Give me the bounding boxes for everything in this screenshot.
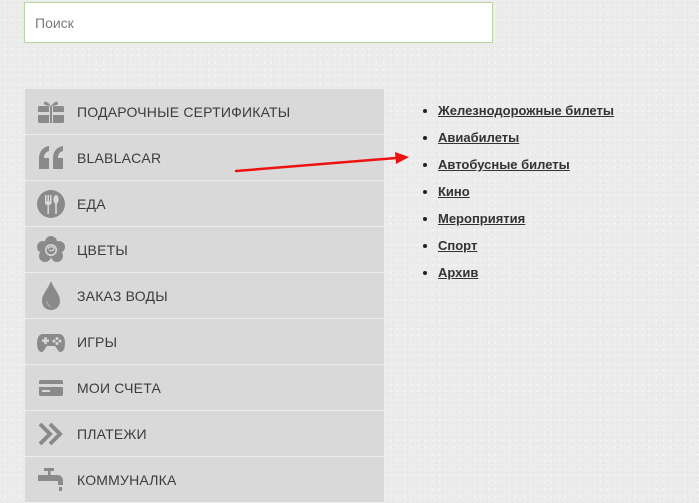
gift-certificate-icon (25, 89, 77, 134)
link-bus-tickets[interactable]: Автобусные билеты (438, 157, 570, 172)
menu-item-label: BLABLACAR (77, 149, 162, 166)
menu-item-label: ПЛАТЕЖИ (77, 425, 147, 442)
menu-item-label: МОИ СЧЕТА (77, 379, 162, 396)
menu-item-games[interactable]: ИГРЫ (25, 319, 384, 365)
menu-item-label: ПОДАРОЧНЫЕ СЕРТИФИКАТЫ (77, 103, 291, 120)
list-item: Автобусные билеты (438, 153, 614, 180)
list-item: Авиабилеты (438, 126, 614, 153)
menu-item-water-order[interactable]: ЗАКАЗ ВОДЫ (25, 273, 384, 319)
list-item: Мероприятия (438, 207, 614, 234)
menu-item-label: ЗАКАЗ ВОДЫ (77, 287, 168, 304)
menu-item-food[interactable]: ЕДА (25, 181, 384, 227)
search-input[interactable] (25, 3, 492, 42)
list-item: Кино (438, 180, 614, 207)
menu-item-label: ИГРЫ (77, 333, 118, 350)
gamepad-icon (25, 319, 77, 364)
menu-item-label: ЦВЕТЫ (77, 241, 128, 258)
link-events[interactable]: Мероприятия (438, 211, 525, 226)
search-box[interactable] (24, 2, 493, 43)
credit-card-icon (25, 365, 77, 410)
water-drop-icon (25, 273, 77, 318)
link-cinema[interactable]: Кино (438, 184, 470, 199)
link-archive[interactable]: Архив (438, 265, 478, 280)
link-air-tickets[interactable]: Авиабилеты (438, 130, 519, 145)
menu-item-payments[interactable]: ПЛАТЕЖИ (25, 411, 384, 457)
food-utensils-icon (25, 181, 77, 226)
menu-item-utilities[interactable]: КОММУНАЛКА (25, 457, 384, 503)
menu-item-gift-certificates[interactable]: ПОДАРОЧНЫЕ СЕРТИФИКАТЫ (25, 89, 384, 135)
list-item: Железнодорожные билеты (438, 99, 614, 126)
faucet-icon (25, 457, 77, 502)
list-item: Спорт (438, 234, 614, 261)
menu-item-label: ЕДА (77, 195, 106, 212)
flower-rose-icon (25, 227, 77, 272)
menu-item-my-accounts[interactable]: МОИ СЧЕТА (25, 365, 384, 411)
list-item: Архив (438, 261, 614, 288)
menu-item-blablacar[interactable]: BLABLACAR (25, 135, 384, 181)
category-menu: ПОДАРОЧНЫЕ СЕРТИФИКАТЫ BLABLACAR ЕДА ЦВЕ… (25, 89, 384, 503)
menu-item-label: КОММУНАЛКА (77, 471, 177, 488)
ticket-links-list: Железнодорожные билеты Авиабилеты Автобу… (420, 99, 614, 288)
double-chevron-right-icon (25, 411, 77, 456)
blablacar-quote-icon (25, 135, 77, 180)
menu-item-flowers[interactable]: ЦВЕТЫ (25, 227, 384, 273)
link-sport[interactable]: Спорт (438, 238, 477, 253)
link-railway-tickets[interactable]: Железнодорожные билеты (438, 103, 614, 118)
